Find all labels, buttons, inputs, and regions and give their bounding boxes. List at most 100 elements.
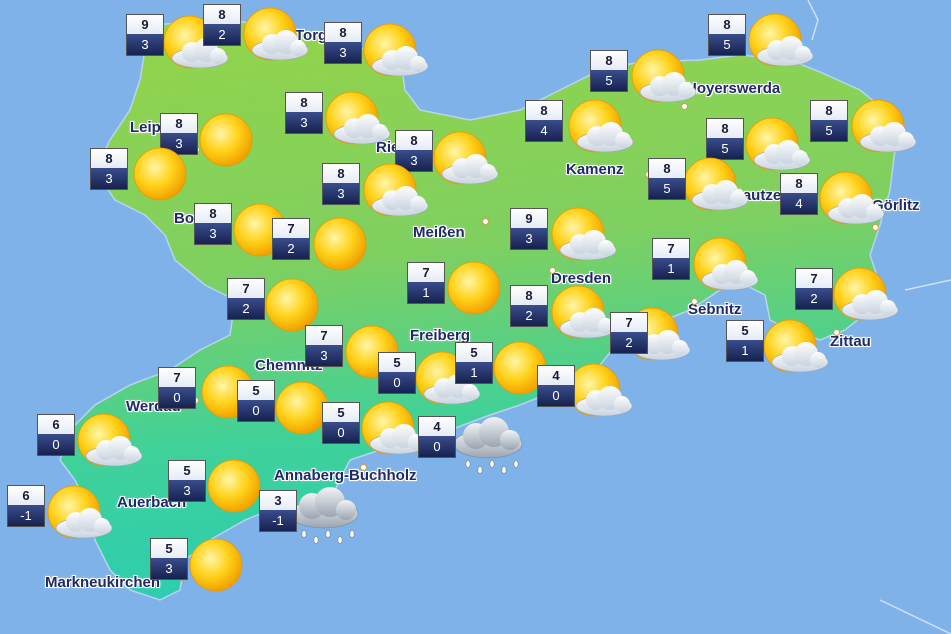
temperature-box: 60: [37, 414, 75, 456]
sun-cloud-icon: [833, 267, 899, 321]
max-temperature: 8: [511, 286, 547, 305]
temperature-box: 83: [285, 92, 323, 134]
min-temperature: 0: [538, 385, 574, 406]
sun-cloud-icon: [325, 91, 391, 145]
max-temperature: 8: [591, 51, 627, 70]
max-temperature: 5: [323, 403, 359, 422]
min-temperature: -1: [8, 505, 44, 526]
temperature-box: 50: [378, 352, 416, 394]
temperature-box: 84: [525, 100, 563, 142]
temperature-box: 51: [726, 320, 764, 362]
temperature-box: 84: [780, 173, 818, 215]
min-temperature: 3: [325, 42, 361, 63]
sun-cloud-icon: [363, 23, 429, 77]
temperature-box: 82: [510, 285, 548, 327]
max-temperature: 8: [161, 114, 197, 133]
max-temperature: 5: [727, 321, 763, 340]
temperature-box: 82: [203, 4, 241, 46]
min-temperature: 4: [526, 120, 562, 141]
temperature-box: 70: [158, 367, 196, 409]
min-temperature: 1: [408, 282, 444, 303]
city-label: Annaberg-Buchholz: [274, 467, 417, 484]
max-temperature: 6: [8, 486, 44, 505]
min-temperature: 3: [306, 345, 342, 366]
min-temperature: 1: [456, 362, 492, 383]
min-temperature: 0: [159, 387, 195, 408]
sun-icon: [313, 217, 367, 271]
temperature-box: 85: [648, 158, 686, 200]
temperature-box: 85: [810, 100, 848, 142]
max-temperature: 8: [396, 131, 432, 150]
temperature-box: 83: [194, 203, 232, 245]
sun-cloud-icon: [568, 99, 634, 153]
temperature-box: 71: [652, 238, 690, 280]
sun-cloud-icon: [851, 99, 917, 153]
min-temperature: 0: [419, 436, 455, 457]
temperature-box: 72: [227, 278, 265, 320]
max-temperature: 3: [260, 491, 296, 510]
sun-cloud-icon: [683, 157, 749, 211]
city-marker-dot: [482, 218, 489, 225]
max-temperature: 7: [273, 219, 309, 238]
min-temperature: 4: [781, 193, 817, 214]
min-temperature: 5: [649, 178, 685, 199]
sun-cloud-icon: [77, 413, 143, 467]
temperature-box: 72: [795, 268, 833, 310]
max-temperature: 4: [538, 366, 574, 385]
max-temperature: 8: [781, 174, 817, 193]
max-temperature: 7: [408, 263, 444, 282]
city-label: Markneukirchen: [45, 574, 161, 591]
sun-cloud-icon: [433, 131, 499, 185]
temperature-box: 53: [150, 538, 188, 580]
max-temperature: 8: [195, 204, 231, 223]
temperature-box: 85: [708, 14, 746, 56]
min-temperature: 0: [379, 372, 415, 393]
min-temperature: 2: [511, 305, 547, 326]
min-temperature: 3: [151, 558, 187, 579]
temperature-box: 83: [322, 163, 360, 205]
max-temperature: 8: [526, 101, 562, 120]
max-temperature: 8: [323, 164, 359, 183]
temperature-box: 40: [537, 365, 575, 407]
rain-cloud-icon: [289, 487, 359, 544]
sun-icon: [133, 147, 187, 201]
sun-cloud-icon: [748, 13, 814, 67]
max-temperature: 8: [91, 149, 127, 168]
min-temperature: 3: [127, 34, 163, 55]
min-temperature: 2: [204, 24, 240, 45]
rain-cloud-icon: [453, 417, 523, 474]
temperature-box: 3 -1: [259, 490, 297, 532]
sun-cloud-icon: [819, 171, 885, 225]
temperature-box: 93: [126, 14, 164, 56]
sun-cloud-icon: [551, 207, 617, 261]
temperature-box: 93: [510, 208, 548, 250]
sun-cloud-icon: [47, 485, 113, 539]
min-temperature: 5: [811, 120, 847, 141]
min-temperature: 1: [727, 340, 763, 361]
min-temperature: 3: [323, 183, 359, 204]
max-temperature: 8: [204, 5, 240, 24]
max-temperature: 7: [611, 313, 647, 332]
max-temperature: 8: [811, 101, 847, 120]
max-temperature: 5: [379, 353, 415, 372]
max-temperature: 9: [127, 15, 163, 34]
max-temperature: 5: [238, 381, 274, 400]
max-temperature: 5: [169, 461, 205, 480]
max-temperature: 8: [707, 119, 743, 138]
temperature-box: 85: [590, 50, 628, 92]
sun-cloud-icon: [243, 7, 309, 61]
min-temperature: 5: [709, 34, 745, 55]
max-temperature: 5: [456, 343, 492, 362]
min-temperature: 2: [273, 238, 309, 259]
max-temperature: 8: [649, 159, 685, 178]
max-temperature: 7: [159, 368, 195, 387]
min-temperature: 0: [38, 434, 74, 455]
min-temperature: 0: [238, 400, 274, 421]
city-marker-dot: [360, 464, 367, 471]
min-temperature: 3: [91, 168, 127, 189]
temperature-box: 53: [168, 460, 206, 502]
min-temperature: 5: [591, 70, 627, 91]
min-temperature: 3: [169, 480, 205, 501]
temperature-box: 50: [322, 402, 360, 444]
temperature-box: 50: [237, 380, 275, 422]
